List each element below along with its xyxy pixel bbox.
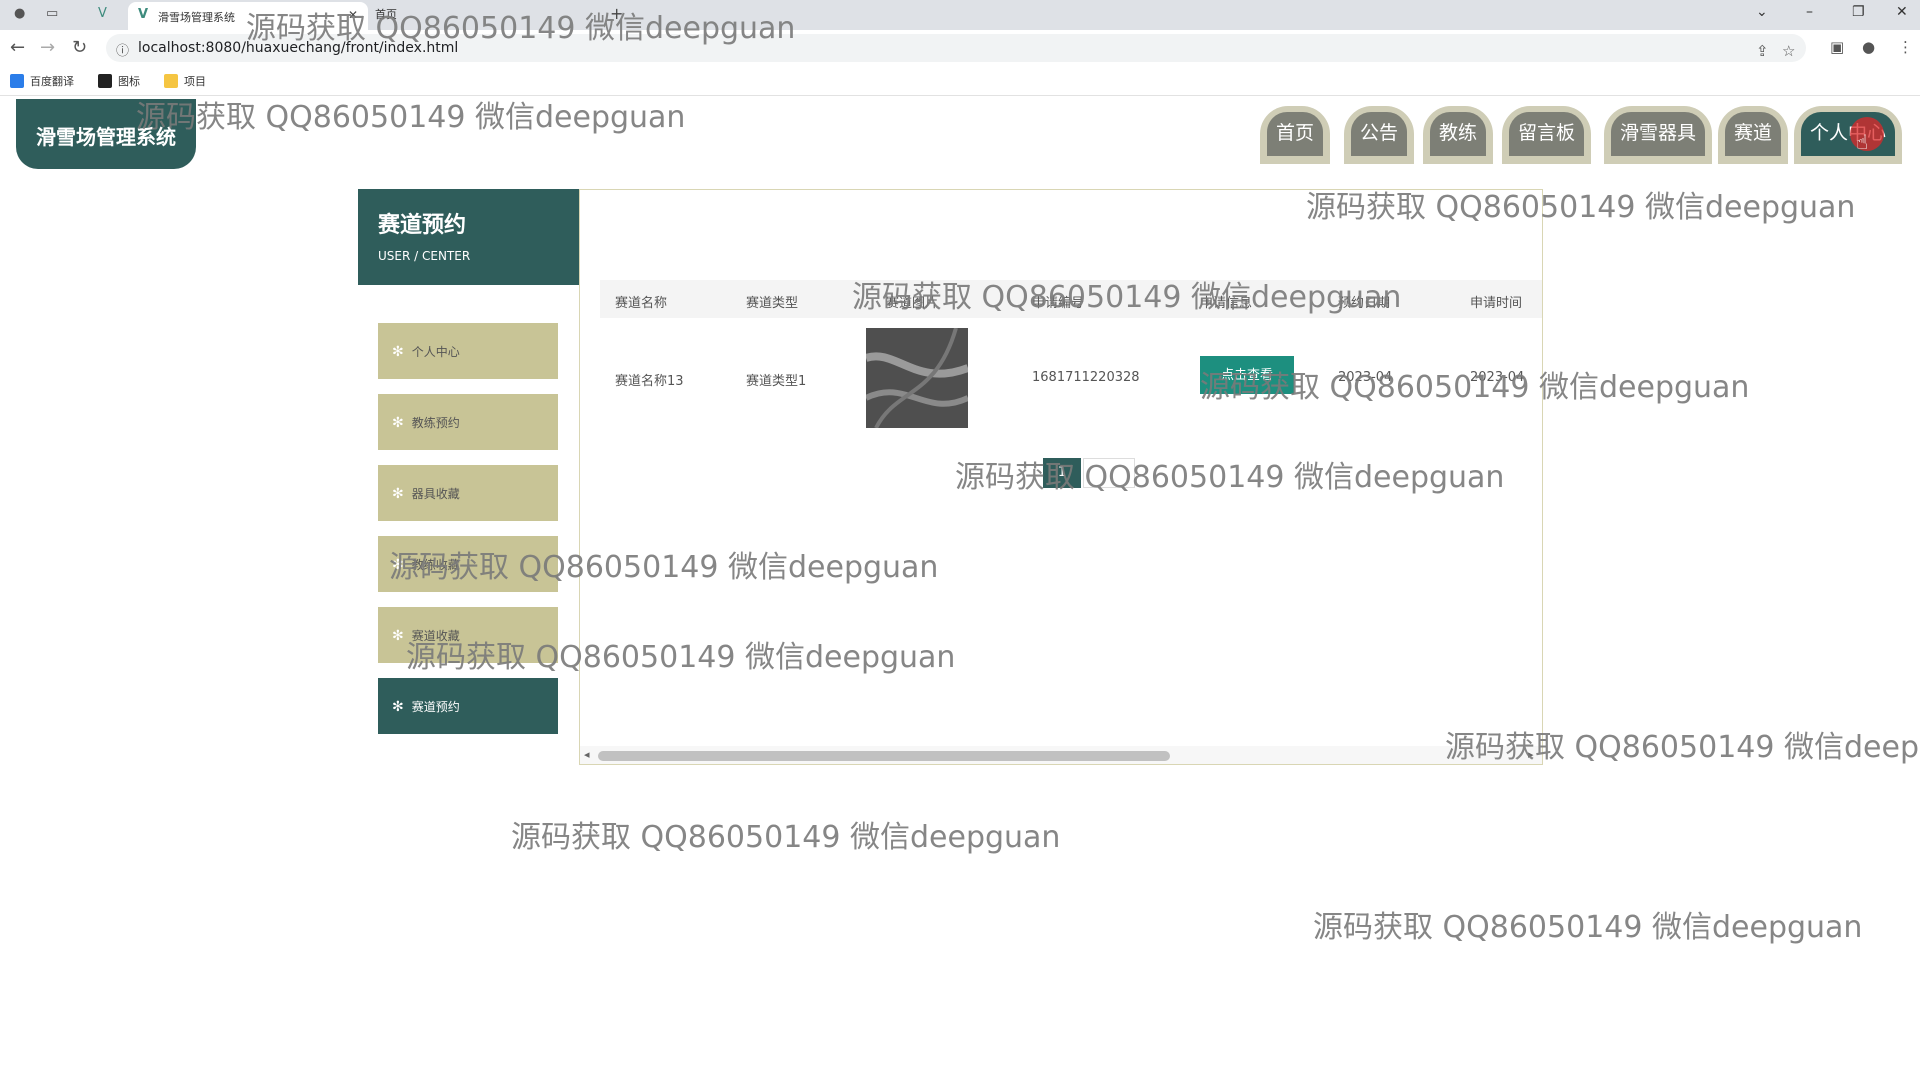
application-time-cell: 2023-04 bbox=[1470, 370, 1525, 385]
table-header: 赛道名称 赛道类型 赛道图片 申请编号 申请信息 预约日期 申请时间 bbox=[600, 280, 1542, 318]
bookmark-item[interactable]: 项目 bbox=[164, 73, 206, 89]
nav-track[interactable]: 赛道 bbox=[1718, 106, 1789, 164]
bookmark-item[interactable]: 百度翻译 bbox=[10, 73, 74, 89]
sidebar-item-personal-center[interactable]: ✻ 个人中心 bbox=[378, 323, 558, 379]
snowflake-icon: ✻ bbox=[392, 344, 404, 360]
snowflake-icon: ✻ bbox=[392, 557, 404, 573]
sidebar-item-equipment-favorites[interactable]: ✻ 器具收藏 bbox=[378, 465, 558, 521]
snowflake-icon: ✻ bbox=[392, 415, 404, 431]
scroll-left-icon[interactable]: ◂ bbox=[584, 748, 590, 761]
sidebar-item-track-favorites[interactable]: ✻ 赛道收藏 bbox=[378, 607, 558, 663]
col-track-type: 赛道类型 bbox=[746, 296, 799, 311]
col-application-time: 申请时间 bbox=[1470, 296, 1523, 311]
back-icon[interactable]: ← bbox=[10, 37, 25, 58]
scrollbar-thumb[interactable] bbox=[598, 751, 1170, 761]
section-title: 赛道预约 bbox=[378, 213, 467, 238]
restore-icon[interactable]: ❐ bbox=[1852, 4, 1865, 20]
hand-cursor-icon: ☝ bbox=[1856, 130, 1869, 154]
col-track-image: 赛道图片 bbox=[886, 296, 939, 311]
sidebar-item-coach-favorites[interactable]: ✻ 教练收藏 bbox=[378, 536, 558, 592]
browser-menu-icon[interactable]: ● bbox=[14, 6, 25, 21]
race-track-image bbox=[866, 328, 968, 428]
snowflake-icon: ✻ bbox=[392, 628, 404, 644]
browser-tab[interactable]: V 滑雪场管理系统 ✕ bbox=[128, 2, 368, 30]
close-icon[interactable]: ✕ bbox=[348, 8, 358, 22]
minimize-icon[interactable]: – bbox=[1806, 4, 1813, 20]
info-icon[interactable]: ⓘ bbox=[116, 40, 129, 59]
snowflake-icon: ✻ bbox=[392, 699, 404, 715]
browser-tab-2[interactable]: 首页 bbox=[375, 6, 397, 22]
folder-icon bbox=[164, 74, 178, 88]
profile-icon[interactable]: ● bbox=[1862, 38, 1875, 56]
bookmarks-bar: 百度翻译 图标 项目 bbox=[0, 66, 1920, 96]
pagination-input[interactable] bbox=[1083, 458, 1135, 488]
nav-personal-center[interactable]: 个人中心 bbox=[1794, 106, 1903, 164]
new-tab-icon[interactable]: + bbox=[610, 4, 623, 23]
snowflake-icon: ✻ bbox=[392, 486, 404, 502]
share-icon[interactable]: ⇪ bbox=[1756, 42, 1769, 60]
chevron-down-icon[interactable]: ⌄ bbox=[1756, 4, 1768, 20]
pagination-current-page[interactable]: 1 bbox=[1043, 458, 1081, 488]
booking-table-panel: 赛道名称 赛道类型 赛道图片 申请编号 申请信息 预约日期 申请时间 赛道名称1… bbox=[579, 189, 1543, 765]
col-booking-date: 预约日期 bbox=[1338, 296, 1391, 311]
reload-icon[interactable]: ↻ bbox=[72, 37, 87, 58]
nav-coach[interactable]: 教练 bbox=[1423, 106, 1494, 164]
track-type-cell: 赛道类型1 bbox=[746, 374, 807, 389]
star-icon[interactable]: ☆ bbox=[1782, 42, 1795, 60]
image-icon bbox=[98, 74, 112, 88]
address-bar: ← → ↻ ⓘ localhost:8080/huaxuechang/front… bbox=[0, 30, 1920, 66]
url-text: localhost:8080/huaxuechang/front/index.h… bbox=[138, 40, 459, 56]
site-logo[interactable]: 滑雪场管理系统 bbox=[16, 99, 196, 169]
menu-icon[interactable]: ⋮ bbox=[1898, 38, 1913, 56]
sidebar-icon[interactable]: ▣ bbox=[1830, 38, 1844, 56]
vue-icon: V bbox=[138, 7, 149, 22]
tab-icon[interactable]: ▭ bbox=[46, 6, 58, 21]
view-details-button[interactable]: 点击查看 bbox=[1200, 356, 1294, 394]
section-subtitle: USER / CENTER bbox=[378, 249, 471, 263]
nav-home[interactable]: 首页 bbox=[1260, 106, 1331, 164]
nav-message-board[interactable]: 留言板 bbox=[1502, 106, 1592, 164]
close-window-icon[interactable]: ✕ bbox=[1896, 4, 1908, 20]
page: 滑雪场管理系统 首页 公告 教练 留言板 滑雪器具 赛道 个人中心 ☝ 赛道预约… bbox=[0, 97, 1920, 1072]
sidebar-item-track-booking[interactable]: ✻ 赛道预约 bbox=[378, 678, 558, 734]
sidebar-item-coach-booking[interactable]: ✻ 教练预约 bbox=[378, 394, 558, 450]
bookmark-item[interactable]: 图标 bbox=[98, 73, 140, 89]
col-track-name: 赛道名称 bbox=[615, 296, 668, 311]
section-header: 赛道预约 USER / CENTER bbox=[358, 189, 580, 285]
scroll-right-icon[interactable]: ▸ bbox=[1528, 748, 1534, 761]
vue-icon[interactable]: V bbox=[98, 6, 107, 21]
track-name-cell: 赛道名称13 bbox=[615, 374, 684, 389]
horizontal-scrollbar[interactable]: ◂ ▸ bbox=[580, 746, 1542, 764]
tab-title: 滑雪场管理系统 bbox=[158, 11, 235, 24]
url-field[interactable]: ⓘ localhost:8080/huaxuechang/front/index… bbox=[106, 34, 1806, 62]
forward-icon[interactable]: → bbox=[40, 37, 55, 58]
nav-notice[interactable]: 公告 bbox=[1344, 106, 1415, 164]
nav-ski-equipment[interactable]: 滑雪器具 bbox=[1604, 106, 1713, 164]
col-application-info: 申请信息 bbox=[1200, 296, 1253, 311]
translate-icon bbox=[10, 74, 24, 88]
browser-tab-bar: ● ▭ V V 滑雪场管理系统 ✕ 首页 + ⌄ – ❐ ✕ bbox=[0, 0, 1920, 30]
booking-date-cell: 2023-04 bbox=[1338, 370, 1393, 385]
application-number-cell: 1681711220328 bbox=[1032, 370, 1140, 385]
col-application-number: 申请编号 bbox=[1032, 296, 1085, 311]
